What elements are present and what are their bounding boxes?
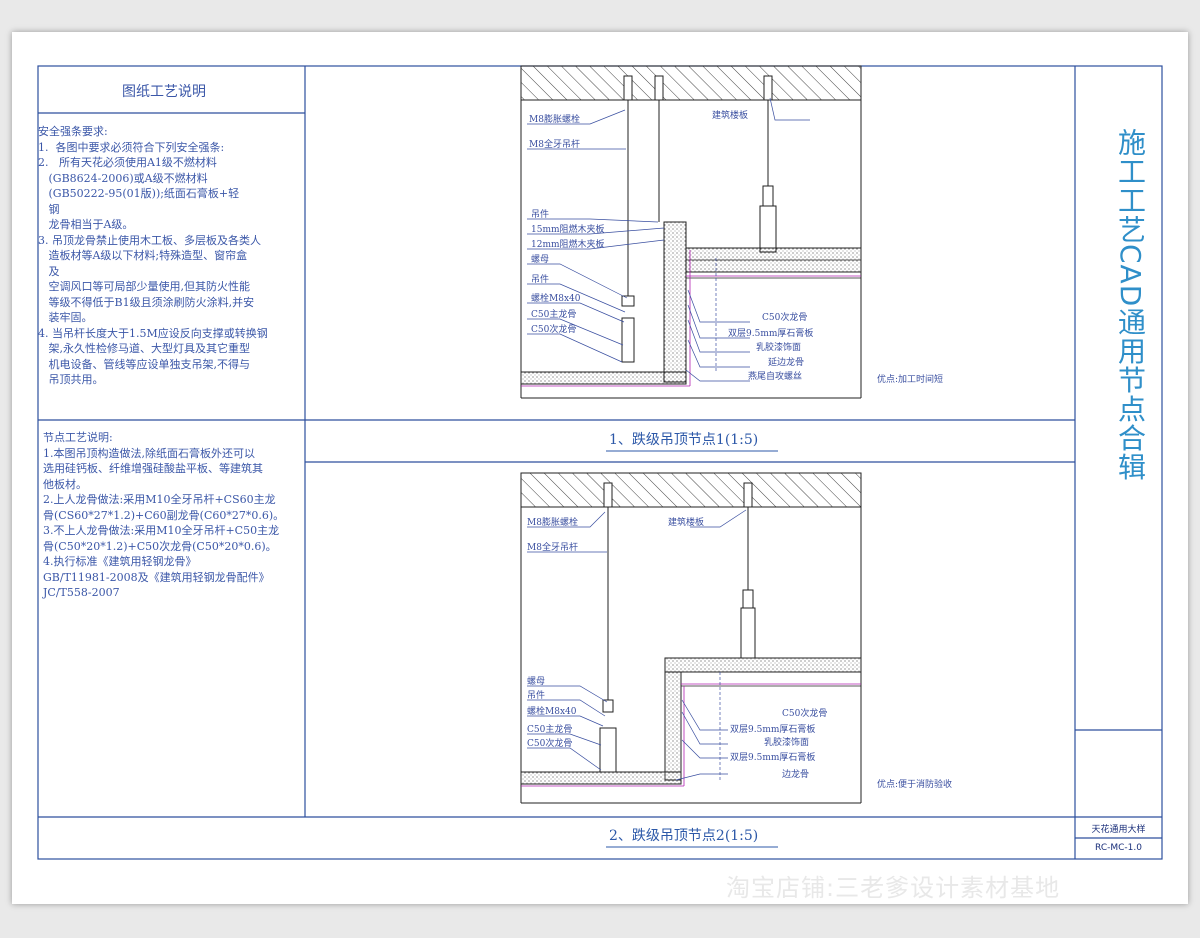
d1-label-3: 15mm阻燃木夹板 xyxy=(531,223,605,235)
d2-label-r2: 乳胶漆饰面 xyxy=(764,736,809,748)
d1-advantage: 优点:加工时间短 xyxy=(877,373,943,385)
d1-label-1: M8全牙吊杆 xyxy=(529,138,580,150)
d2-label-5: C50主龙骨 xyxy=(527,723,572,735)
d2-label-4: 螺栓M8x40 xyxy=(527,705,577,717)
safety-requirements-text: 安全强条要求: 1. 各图中要求必须符合下列安全强条: 2. 所有天花必须使用A… xyxy=(38,125,268,386)
d1-label-6: 吊件 xyxy=(531,273,549,285)
d2-label-r4: 边龙骨 xyxy=(782,768,809,780)
d2-label-floor: 建筑楼板 xyxy=(668,516,704,528)
drawing-set-title: 施工工艺CAD通用节点合辑 xyxy=(1114,128,1147,482)
d1-label-9: C50次龙骨 xyxy=(531,323,576,335)
store-watermark: 淘宝店铺:三老爹设计素材基地 xyxy=(726,874,1061,902)
sheet-code: RC-MC-1.0 xyxy=(1095,843,1142,853)
d1-label-2: 吊件 xyxy=(531,208,549,220)
d2-label-6: C50次龙骨 xyxy=(527,737,572,749)
d2-label-1: M8全牙吊杆 xyxy=(527,541,578,553)
d1-label-r4: 燕尾自攻螺丝 xyxy=(748,370,802,382)
d1-label-r0: C50次龙骨 xyxy=(762,311,807,323)
d1-label-r2: 乳胶漆饰面 xyxy=(756,341,801,353)
detail-1-labels: M8膨胀螺栓 M8全牙吊杆 吊件 15mm阻燃木夹板 12mm阻燃木夹板 螺母 … xyxy=(529,109,943,385)
d1-label-r3: 延边龙骨 xyxy=(768,356,804,368)
sheet-name: 天花通用大样 xyxy=(1091,825,1146,835)
d1-label-r1: 双层9.5mm厚石膏板 xyxy=(728,327,813,339)
notes-panel-title: 图纸工艺说明 xyxy=(122,84,206,100)
d1-label-4: 12mm阻燃木夹板 xyxy=(531,238,605,250)
node-process-text: 节点工艺说明: 1.本图吊顶构造做法,除纸面石膏板外还可以 选用硅钙板、纤维增强… xyxy=(43,431,285,599)
d1-label-floor: 建筑楼板 xyxy=(712,109,748,121)
d1-label-0: M8膨胀螺栓 xyxy=(529,113,580,125)
d2-label-r1: 双层9.5mm厚石膏板 xyxy=(730,723,815,735)
d2-label-2: 螺母 xyxy=(527,676,545,687)
d2-label-r0: C50次龙骨 xyxy=(782,707,827,719)
d1-label-5: 螺母 xyxy=(531,254,549,265)
detail-1-caption: 1、跌级吊顶节点1(1:5) xyxy=(609,432,759,448)
detail-2-caption: 2、跌级吊顶节点2(1:5) xyxy=(609,828,759,844)
d1-label-8: C50主龙骨 xyxy=(531,308,576,320)
d2-label-3: 吊件 xyxy=(527,689,545,701)
d2-label-0: M8膨胀螺栓 xyxy=(527,516,578,528)
detail-2-labels: M8膨胀螺栓 M8全牙吊杆 螺母 吊件 螺栓M8x40 C50主龙骨 C50次龙… xyxy=(527,516,952,790)
d2-label-r3: 双层9.5mm厚石膏板 xyxy=(730,751,815,763)
d1-label-7: 螺栓M8x40 xyxy=(531,292,581,304)
d2-advantage: 优点:便于消防验收 xyxy=(877,778,952,790)
